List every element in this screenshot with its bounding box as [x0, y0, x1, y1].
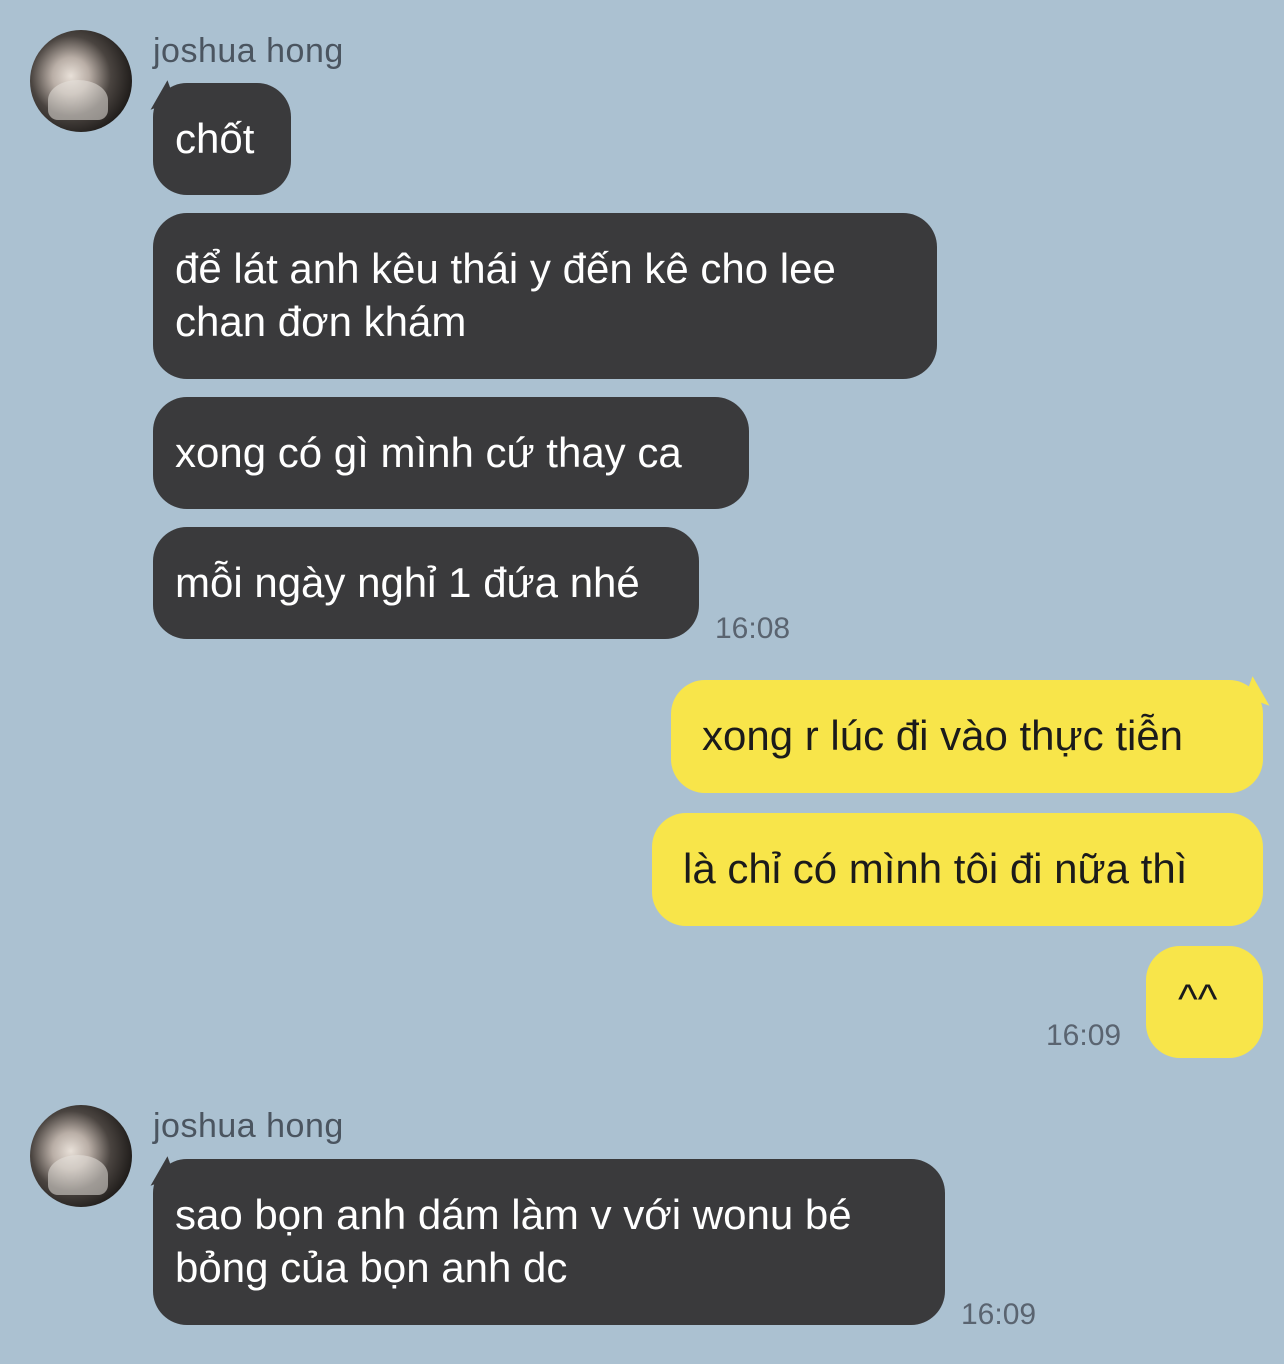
message-text: bỏng của bọn anh dc	[175, 1244, 568, 1291]
sender-avatar[interactable]	[30, 30, 132, 132]
message-text: chan đơn khám	[175, 298, 467, 345]
outgoing-message[interactable]: ^^	[1146, 946, 1263, 1058]
incoming-message[interactable]: để lát anh kêu thái y đến kê cho lee cha…	[153, 213, 937, 379]
message-text: mỗi ngày nghỉ 1 đứa nhé	[175, 559, 640, 606]
message-text: để lát anh kêu thái y đến kê cho lee	[175, 245, 836, 292]
incoming-message[interactable]: mỗi ngày nghỉ 1 đứa nhé	[153, 527, 699, 639]
message-timestamp: 16:09	[961, 1298, 1037, 1331]
sender-name: joshua hong	[153, 32, 344, 70]
message-text: chốt	[175, 115, 255, 162]
sender-name: joshua hong	[153, 1107, 344, 1145]
sender-avatar[interactable]	[30, 1105, 132, 1207]
message-text: sao bọn anh dám làm v với wonu bé	[175, 1191, 852, 1238]
message-text: xong r lúc đi vào thực tiễn	[702, 712, 1184, 759]
message-text: xong có gì mình cứ thay ca	[175, 429, 682, 476]
outgoing-message[interactable]: là chỉ có mình tôi đi nữa thì	[652, 813, 1263, 926]
incoming-message[interactable]: chốt	[153, 83, 291, 195]
incoming-message[interactable]: sao bọn anh dám làm v với wonu bé bỏng c…	[153, 1159, 945, 1325]
message-timestamp: 16:08	[715, 612, 791, 645]
message-text: ^^	[1178, 975, 1218, 1022]
outgoing-message[interactable]: xong r lúc đi vào thực tiễn	[671, 680, 1263, 793]
message-timestamp: 16:09	[1046, 1019, 1122, 1052]
incoming-message[interactable]: xong có gì mình cứ thay ca	[153, 397, 749, 509]
message-text: là chỉ có mình tôi đi nữa thì	[683, 845, 1188, 892]
